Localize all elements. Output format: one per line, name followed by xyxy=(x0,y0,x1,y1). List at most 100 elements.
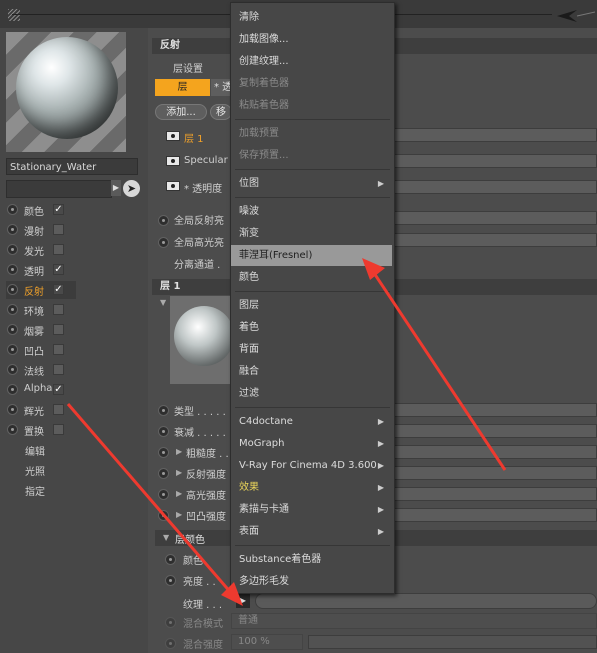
specular-strength-bar[interactable] xyxy=(393,154,597,168)
channel-checkbox[interactable] xyxy=(53,344,64,355)
param-bar[interactable] xyxy=(393,445,597,459)
blend-strength-radio[interactable] xyxy=(164,635,178,653)
menu-item[interactable]: 菲涅耳(Fresnel) xyxy=(231,245,392,266)
assign-link[interactable]: 指定 xyxy=(25,483,45,498)
cursor-arrow-icon[interactable] xyxy=(555,6,597,26)
channel-radio[interactable] xyxy=(7,344,18,355)
channel-checkbox[interactable]: ✓ xyxy=(53,384,64,395)
global-spec-radio[interactable] xyxy=(157,234,171,252)
channel-checkbox[interactable]: ✓ xyxy=(53,284,64,295)
channel-radio[interactable] xyxy=(7,384,18,395)
expand-triangle-icon[interactable]: ▶ xyxy=(176,447,182,456)
blend-mode-dropdown[interactable]: 普通 xyxy=(231,613,597,629)
global-reflect-radio[interactable] xyxy=(157,212,171,230)
channel-checkbox[interactable] xyxy=(53,404,64,415)
layer-tab[interactable]: 层 xyxy=(155,79,210,96)
menu-item[interactable]: 背面 xyxy=(231,339,392,360)
remove-layer-button[interactable]: 移 xyxy=(210,104,232,120)
channel-checkbox[interactable] xyxy=(53,304,64,315)
menu-item[interactable]: 着色 xyxy=(231,317,392,338)
menu-item[interactable]: MoGraph ▶ xyxy=(231,433,392,454)
channel-radio[interactable] xyxy=(7,324,18,335)
layer-preview[interactable] xyxy=(170,296,234,384)
color-radio[interactable] xyxy=(164,551,178,569)
channel-radio[interactable] xyxy=(7,404,18,415)
menu-item[interactable]: V-Ray For Cinema 4D 3.600 ▶ xyxy=(231,455,392,476)
param-bar[interactable] xyxy=(393,466,597,480)
channel-radio[interactable] xyxy=(7,204,18,215)
param-bar[interactable] xyxy=(393,424,597,438)
channel-row[interactable]: 漫射 xyxy=(6,221,76,239)
menu-item[interactable]: 表面 ▶ xyxy=(231,521,392,542)
channel-row[interactable]: 透明 ✓ xyxy=(6,261,76,279)
menu-item[interactable]: 素描与卡通 ▶ xyxy=(231,499,392,520)
menu-item[interactable]: 加载图像... xyxy=(231,29,392,50)
menu-item[interactable]: 融合 xyxy=(231,361,392,382)
channel-row[interactable]: 法线 xyxy=(6,361,76,379)
channel-radio[interactable] xyxy=(7,224,18,235)
channel-radio[interactable] xyxy=(7,244,18,255)
texture-slot[interactable] xyxy=(255,593,597,609)
channel-row[interactable]: 反射 ✓ xyxy=(6,281,76,299)
channel-row[interactable]: 凹凸 xyxy=(6,341,76,359)
param-bar[interactable] xyxy=(393,508,597,522)
collapse-triangle-icon[interactable]: ▼ xyxy=(163,533,169,542)
global-reflect-bar[interactable] xyxy=(393,211,597,225)
material-preview[interactable] xyxy=(6,32,126,152)
param-bar[interactable] xyxy=(393,487,597,501)
layer-1-item[interactable]: 层 1 xyxy=(184,130,204,145)
menu-item[interactable]: 效果 ▶ xyxy=(231,477,392,498)
collapse-triangle-icon[interactable]: ▼ xyxy=(160,298,166,307)
pick-cursor-icon[interactable]: ➤ xyxy=(123,180,140,197)
menu-item[interactable]: 图层 xyxy=(231,295,392,316)
expand-triangle-icon[interactable]: ▶ xyxy=(176,489,182,498)
blend-mode-radio[interactable] xyxy=(164,614,178,632)
material-name-field[interactable]: Stationary_Water xyxy=(6,158,138,175)
layer-1-strength-bar[interactable] xyxy=(393,128,597,142)
channel-row[interactable]: Alpha ✓ xyxy=(6,381,76,399)
menu-item[interactable]: 创建纹理... xyxy=(231,51,392,72)
channel-checkbox[interactable]: ✓ xyxy=(53,204,64,215)
layer-transparency-item[interactable]: * 透明度 xyxy=(184,180,222,195)
channel-checkbox[interactable] xyxy=(53,224,64,235)
texture-arrow-icon[interactable]: ▶ xyxy=(236,593,250,608)
menu-item[interactable]: 渐变 xyxy=(231,223,392,244)
param-radio[interactable] xyxy=(157,423,171,441)
param-bar[interactable] xyxy=(393,403,597,417)
channel-row[interactable]: 环境 xyxy=(6,301,76,319)
blend-strength-slider[interactable] xyxy=(308,635,597,649)
eye-icon[interactable] xyxy=(166,131,180,141)
eye-icon[interactable] xyxy=(166,181,180,191)
channel-checkbox[interactable] xyxy=(53,364,64,375)
channel-checkbox[interactable] xyxy=(53,324,64,335)
menu-item[interactable]: Substance着色器 xyxy=(231,549,392,570)
blend-strength-field[interactable]: 100 % xyxy=(231,634,303,650)
layer-specular-item[interactable]: Specular xyxy=(184,155,228,166)
param-radio[interactable] xyxy=(157,402,171,420)
grip-icon[interactable] xyxy=(8,9,20,21)
transparency-strength-bar[interactable] xyxy=(393,180,597,194)
channel-checkbox[interactable] xyxy=(53,244,64,255)
channel-radio[interactable] xyxy=(7,424,18,435)
channel-checkbox[interactable]: ✓ xyxy=(53,264,64,275)
param-radio[interactable] xyxy=(157,465,171,483)
illumination-link[interactable]: 光照 xyxy=(25,463,45,478)
param-radio[interactable] xyxy=(157,507,171,525)
add-layer-button[interactable]: 添加... xyxy=(155,104,207,120)
channel-radio[interactable] xyxy=(7,264,18,275)
channel-radio[interactable] xyxy=(7,304,18,315)
menu-item[interactable]: C4doctane ▶ xyxy=(231,411,392,432)
channel-radio[interactable] xyxy=(7,284,18,295)
channel-row[interactable]: 辉光 xyxy=(6,401,76,419)
channel-row[interactable]: 置换 xyxy=(6,421,76,439)
menu-item[interactable]: 多边形毛发 xyxy=(231,571,392,592)
param-radio[interactable] xyxy=(157,444,171,462)
menu-item[interactable]: 过滤 xyxy=(231,383,392,404)
edit-link[interactable]: 编辑 xyxy=(25,443,45,458)
expand-arrow-icon[interactable]: ▶ xyxy=(111,180,121,196)
expand-triangle-icon[interactable]: ▶ xyxy=(176,468,182,477)
channel-radio[interactable] xyxy=(7,364,18,375)
global-spec-bar[interactable] xyxy=(393,233,597,247)
menu-item[interactable]: 噪波 xyxy=(231,201,392,222)
channel-checkbox[interactable] xyxy=(53,424,64,435)
